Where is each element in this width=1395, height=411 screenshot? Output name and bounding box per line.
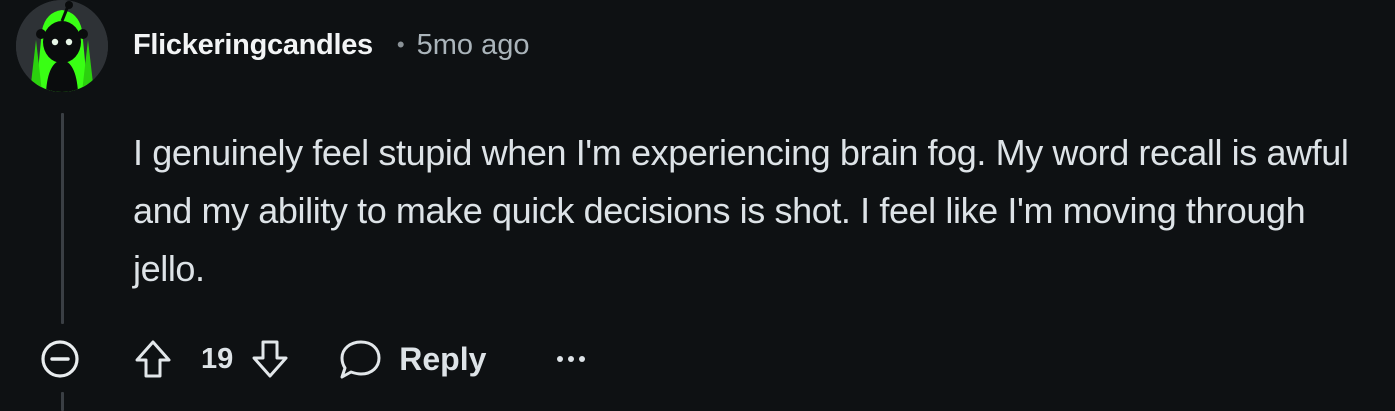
upvote-button[interactable] (130, 336, 176, 382)
speech-bubble-icon (340, 340, 381, 379)
meta-separator: • (396, 32, 405, 57)
reply-button[interactable]: Reply (337, 337, 486, 381)
minus-circle-icon (41, 340, 79, 378)
arrow-down-icon (252, 340, 288, 378)
reply-label: Reply (399, 340, 487, 377)
author-username[interactable]: Flickeringcandles (133, 29, 373, 62)
comment-body: I genuinely feel stupid when I'm experie… (133, 132, 1349, 289)
avatar[interactable] (16, 0, 108, 92)
avatar-snoo-icon (16, 0, 108, 92)
downvote-button[interactable] (247, 336, 293, 382)
vote-score: 19 (201, 342, 234, 375)
thread-line-continuation[interactable] (61, 392, 64, 411)
comment-timestamp: 5mo ago (416, 28, 530, 61)
arrow-up-icon (135, 340, 171, 378)
collapse-thread-button[interactable] (38, 337, 82, 381)
comment-action-bar: 19 Reply (130, 332, 586, 386)
comment-header: Flickeringcandles • 5mo ago (133, 24, 529, 66)
more-options-button[interactable] (556, 339, 586, 379)
thread-line[interactable] (61, 113, 64, 324)
ellipsis-icon (557, 356, 586, 362)
